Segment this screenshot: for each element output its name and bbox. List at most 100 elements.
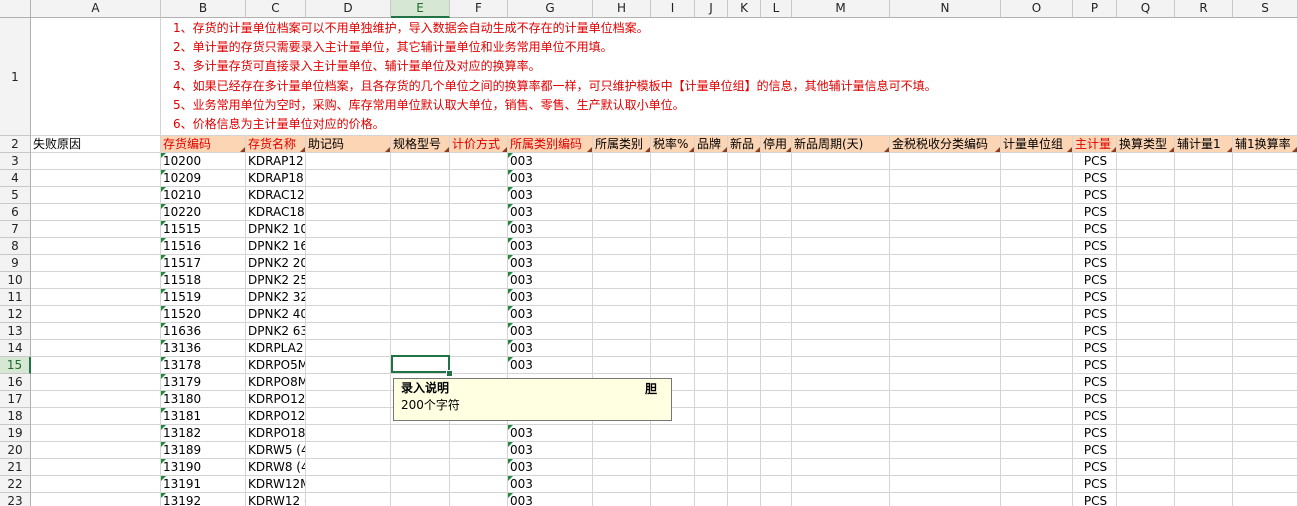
cell[interactable]: [1117, 153, 1175, 170]
cell[interactable]: [792, 374, 890, 391]
cell[interactable]: [1233, 221, 1298, 238]
cell[interactable]: [890, 170, 1001, 187]
cell[interactable]: [450, 459, 508, 476]
header-cell[interactable]: 失败原因: [31, 136, 161, 153]
cell[interactable]: [1117, 493, 1175, 506]
cell[interactable]: [306, 357, 391, 374]
row-header-13[interactable]: 13: [0, 323, 31, 340]
cell[interactable]: [651, 170, 695, 187]
cell[interactable]: [31, 476, 161, 493]
column-header-l[interactable]: L: [761, 0, 792, 18]
cell-item-code[interactable]: 13181: [161, 408, 246, 425]
cell[interactable]: [890, 425, 1001, 442]
cell[interactable]: [761, 238, 792, 255]
cell-main-unit[interactable]: PCS: [1073, 255, 1117, 272]
cell[interactable]: [306, 476, 391, 493]
cell[interactable]: [1233, 391, 1298, 408]
cell[interactable]: [1001, 391, 1073, 408]
cell-item-code[interactable]: 13182: [161, 425, 246, 442]
cell[interactable]: [450, 442, 508, 459]
cell-item-code[interactable]: 13190: [161, 459, 246, 476]
cell-item-name[interactable]: KDRPLA2 (90 X 100mm): [246, 340, 306, 357]
cell[interactable]: [593, 323, 651, 340]
cell[interactable]: [1117, 323, 1175, 340]
cell[interactable]: [31, 289, 161, 306]
header-cell[interactable]: 所属类别: [593, 136, 651, 153]
cell[interactable]: [728, 357, 761, 374]
cell-item-name[interactable]: KDRPO5M2H: [246, 357, 306, 374]
header-cell[interactable]: 助记码: [306, 136, 391, 153]
row-header-8[interactable]: 8: [0, 238, 31, 255]
cell-item-name[interactable]: KDRAP12: [246, 153, 306, 170]
cell-category-code[interactable]: 003: [508, 493, 593, 506]
cell[interactable]: [651, 255, 695, 272]
cell[interactable]: [728, 408, 761, 425]
cell[interactable]: [306, 425, 391, 442]
cell[interactable]: [31, 221, 161, 238]
cell[interactable]: [1175, 374, 1233, 391]
cell-item-name[interactable]: KDRPO12M3H: [246, 391, 306, 408]
column-header-k[interactable]: K: [728, 0, 761, 18]
cell-item-code[interactable]: 10200: [161, 153, 246, 170]
cell[interactable]: [1175, 459, 1233, 476]
cell-item-name[interactable]: KDRAC18: [246, 204, 306, 221]
cell[interactable]: [31, 272, 161, 289]
cell-main-unit[interactable]: PCS: [1073, 391, 1117, 408]
cell[interactable]: [450, 306, 508, 323]
cell-item-name[interactable]: DPNK2 16A: [246, 238, 306, 255]
cell-main-unit[interactable]: PCS: [1073, 493, 1117, 506]
cell[interactable]: [1117, 391, 1175, 408]
cell[interactable]: [1117, 204, 1175, 221]
cell-category-code[interactable]: 003: [508, 153, 593, 170]
cell[interactable]: [1117, 357, 1175, 374]
cell[interactable]: [890, 408, 1001, 425]
column-header-f[interactable]: F: [450, 0, 508, 18]
cell-category-code[interactable]: 003: [508, 476, 593, 493]
cell[interactable]: [695, 272, 728, 289]
cell[interactable]: [1233, 476, 1298, 493]
cell[interactable]: [31, 459, 161, 476]
cell-item-code[interactable]: 10220: [161, 204, 246, 221]
cell[interactable]: [1117, 425, 1175, 442]
cell-item-name[interactable]: DPNK2 25A: [246, 272, 306, 289]
cell[interactable]: [792, 391, 890, 408]
cell[interactable]: [1117, 272, 1175, 289]
cell[interactable]: [391, 425, 450, 442]
cell[interactable]: [651, 153, 695, 170]
cell[interactable]: [1117, 340, 1175, 357]
cell-main-unit[interactable]: PCS: [1073, 306, 1117, 323]
cell[interactable]: [651, 357, 695, 374]
cell[interactable]: [391, 204, 450, 221]
header-cell[interactable]: 存货编码: [161, 136, 246, 153]
cell-main-unit[interactable]: PCS: [1073, 323, 1117, 340]
cell-category-code[interactable]: 003: [508, 272, 593, 289]
cell-item-code[interactable]: 11518: [161, 272, 246, 289]
cell[interactable]: [1233, 374, 1298, 391]
cell[interactable]: [761, 442, 792, 459]
row-header-10[interactable]: 10: [0, 272, 31, 289]
cell[interactable]: [651, 340, 695, 357]
cell[interactable]: [1001, 323, 1073, 340]
cell[interactable]: [1117, 221, 1175, 238]
cell[interactable]: [695, 442, 728, 459]
cell-main-unit[interactable]: PCS: [1073, 374, 1117, 391]
cell-item-code[interactable]: 11520: [161, 306, 246, 323]
cell[interactable]: [695, 187, 728, 204]
cell[interactable]: [1001, 289, 1073, 306]
cell[interactable]: [1233, 442, 1298, 459]
cell[interactable]: [695, 476, 728, 493]
cell[interactable]: [792, 187, 890, 204]
cell[interactable]: [31, 357, 161, 374]
fill-handle[interactable]: [446, 370, 453, 377]
cell[interactable]: [728, 459, 761, 476]
cell[interactable]: [1233, 493, 1298, 506]
cell[interactable]: [450, 170, 508, 187]
cell[interactable]: [761, 408, 792, 425]
cell[interactable]: [450, 204, 508, 221]
cell[interactable]: [651, 425, 695, 442]
cell[interactable]: [890, 493, 1001, 506]
cell[interactable]: [695, 357, 728, 374]
cell[interactable]: [306, 187, 391, 204]
cell[interactable]: [1175, 425, 1233, 442]
cell-item-code[interactable]: 13189: [161, 442, 246, 459]
